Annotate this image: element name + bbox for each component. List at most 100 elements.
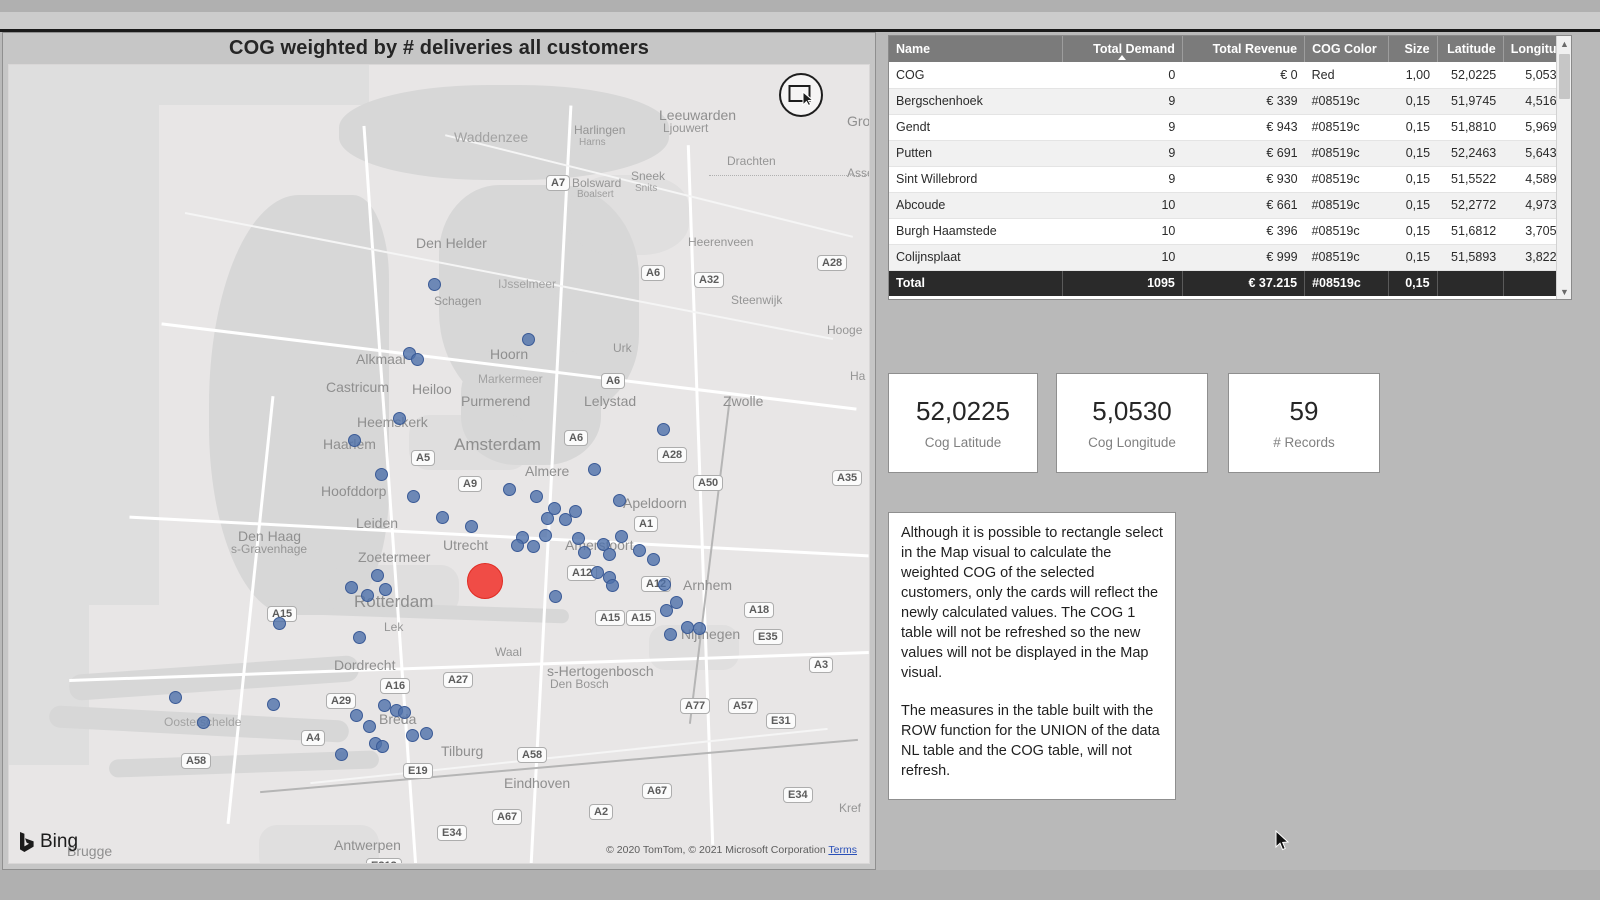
customer-marker[interactable] (361, 589, 374, 602)
map-label: Lek (384, 620, 404, 634)
cog-table-visual[interactable]: Name Total Demand Total Revenue COG Color Si… (888, 35, 1572, 300)
customer-marker[interactable] (420, 727, 433, 740)
scrollbar-thumb[interactable] (1559, 54, 1570, 99)
map-label: Drachten (727, 154, 776, 168)
highway-shield: A35 (832, 470, 863, 486)
customer-marker[interactable] (398, 706, 411, 719)
table-cell: € 930 (1182, 166, 1305, 193)
highway-shield: E313 (366, 858, 402, 863)
customer-marker[interactable] (411, 353, 424, 366)
customer-marker[interactable] (353, 631, 366, 644)
highway-shield: A15 (626, 610, 657, 626)
customer-marker[interactable] (511, 539, 524, 552)
customer-marker[interactable] (436, 511, 449, 524)
customer-marker[interactable] (606, 579, 619, 592)
highway-shield: A29 (326, 693, 357, 709)
chevron-down-icon[interactable]: ▼ (1557, 284, 1572, 299)
customer-marker[interactable] (527, 540, 540, 553)
bing-logo[interactable]: Bing (19, 831, 78, 853)
card-record-count[interactable]: 59 # Records (1228, 373, 1380, 473)
customer-marker[interactable] (588, 463, 601, 476)
mouse-cursor (1275, 829, 1291, 852)
card-cog-latitude[interactable]: 52,0225 Cog Latitude (888, 373, 1038, 473)
customer-marker[interactable] (335, 748, 348, 761)
customer-marker[interactable] (522, 333, 535, 346)
column-header[interactable]: Total Revenue (1182, 36, 1306, 62)
customer-marker[interactable] (371, 569, 384, 582)
terms-link[interactable]: Terms (828, 844, 857, 856)
table-scrollbar[interactable]: ▲ ▼ (1556, 36, 1571, 299)
customer-marker[interactable] (549, 590, 562, 603)
highway-shield: A3 (809, 657, 834, 673)
customer-marker[interactable] (273, 617, 286, 630)
customer-marker[interactable] (169, 691, 182, 704)
column-header[interactable]: Name (889, 36, 1063, 62)
table-row[interactable]: Sint Willebrord 9 € 930 #08519c 0,15 51,5522 4… (889, 166, 1571, 193)
table-cell: 51,9745 (1437, 88, 1504, 115)
customer-marker[interactable] (657, 423, 670, 436)
customer-marker[interactable] (633, 544, 646, 557)
column-header[interactable]: Latitude (1437, 36, 1504, 62)
table-row[interactable]: Burgh Haamstede 10 € 396 #08519c 0,15 51,6812… (889, 218, 1571, 245)
customer-marker[interactable] (267, 698, 280, 711)
customer-marker[interactable] (348, 434, 361, 447)
table-header-row[interactable]: Name Total Demand Total Revenue COG Color Si… (889, 36, 1571, 62)
customer-marker[interactable] (693, 622, 706, 635)
customer-marker[interactable] (572, 532, 585, 545)
map-label: Den Helder (416, 235, 487, 251)
customer-marker[interactable] (345, 581, 358, 594)
cog-marker[interactable] (467, 563, 503, 599)
card-cog-longitude[interactable]: 5,0530 Cog Longitude (1056, 373, 1208, 473)
column-header-label: Latitude (1447, 42, 1496, 56)
table-row[interactable]: Abcoude 10 € 661 #08519c 0,15 52,2772 4,9733 (889, 192, 1571, 219)
customer-marker[interactable] (539, 529, 552, 542)
customer-marker[interactable] (376, 740, 389, 753)
column-header[interactable]: Size (1388, 36, 1438, 62)
customer-marker[interactable] (350, 709, 363, 722)
customer-marker[interactable] (407, 490, 420, 503)
column-header[interactable]: Total Demand (1062, 36, 1183, 62)
table-cell: € 691 (1182, 140, 1305, 167)
chevron-up-icon[interactable]: ▲ (1557, 36, 1572, 51)
customer-marker[interactable] (465, 520, 478, 533)
customer-marker[interactable] (379, 583, 392, 596)
highway-shield: A6 (641, 265, 666, 281)
customer-marker[interactable] (603, 548, 616, 561)
highway-shield: A57 (728, 698, 759, 714)
table-row[interactable]: Putten 9 € 691 #08519c 0,15 52,2463 5,6438 (889, 140, 1571, 167)
customer-marker[interactable] (647, 553, 660, 566)
customer-marker[interactable] (569, 505, 582, 518)
customer-marker[interactable] (406, 729, 419, 742)
customer-marker[interactable] (658, 578, 671, 591)
explanation-textbox[interactable]: Although it is possible to rectangle sel… (888, 512, 1176, 800)
customer-marker[interactable] (615, 530, 628, 543)
customer-marker[interactable] (578, 546, 591, 559)
customer-marker[interactable] (541, 512, 554, 525)
map-label: Heerenveen (688, 235, 754, 249)
map-visual[interactable]: COG weighted by # deliveries all custome… (2, 32, 876, 870)
customer-marker[interactable] (664, 628, 677, 641)
customer-marker[interactable] (660, 604, 673, 617)
customer-marker[interactable] (503, 483, 516, 496)
customer-marker[interactable] (375, 468, 388, 481)
customer-marker[interactable] (428, 278, 441, 291)
customer-marker[interactable] (530, 490, 543, 503)
customer-marker[interactable] (393, 412, 406, 425)
map-label: Harlingen (574, 123, 626, 137)
customer-marker[interactable] (197, 716, 210, 729)
highway-shield: A6 (564, 430, 589, 446)
table-row[interactable]: COG 0 € 0 Red 1,00 52,0225 5,0530 (889, 62, 1571, 89)
column-header[interactable]: COG Color (1304, 36, 1389, 62)
customer-marker[interactable] (363, 720, 376, 733)
map-attribution: © 2020 TomTom, © 2021 Microsoft Corporat… (606, 844, 857, 856)
map-canvas[interactable]: Waddenzee Harlingen Harns Leeuwarden Ljouwer… (8, 64, 870, 864)
table-row[interactable]: Colijnsplaat 10 € 999 #08519c 0,15 51,5893 3,8… (889, 244, 1571, 271)
customer-marker[interactable] (613, 494, 626, 507)
table-row[interactable]: Bergschenhoek 9 € 339 #08519c 0,15 51,9745 4,5… (889, 88, 1571, 115)
rectangle-select-icon[interactable] (779, 73, 823, 117)
table-row[interactable]: Gendt 9 € 943 #08519c 0,15 51,8810 5,9698 (889, 114, 1571, 141)
table-cell: Burgh Haamstede (889, 218, 1063, 245)
table-cell: 0,15 (1388, 166, 1438, 193)
highway-shield: A58 (517, 747, 548, 763)
map-label: Asse (847, 166, 869, 180)
